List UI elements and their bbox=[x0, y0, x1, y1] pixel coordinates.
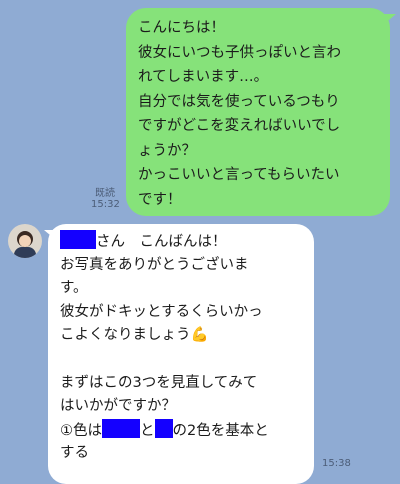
message-line: まずはこの3つを見直してみて bbox=[60, 374, 258, 391]
message-line: ですがどこを変えればいいでし bbox=[138, 118, 341, 134]
avatar-body bbox=[14, 247, 36, 258]
message-line: ①色は との2色を基本と bbox=[60, 418, 308, 443]
avatar-face bbox=[19, 235, 31, 247]
message-line: ょうか？ bbox=[138, 142, 196, 159]
message-line: はいかがですか？ bbox=[60, 398, 176, 414]
message-line: お写真をありがとうございま bbox=[60, 256, 249, 273]
user-avatar[interactable] bbox=[8, 224, 42, 258]
greeting-text: さん こんばんは！ bbox=[96, 234, 227, 250]
read-receipt: 既読 bbox=[95, 188, 115, 199]
redacted-color-2 bbox=[154, 418, 173, 438]
message-line: 彼女にいつも子供っぽいと言わ bbox=[138, 44, 341, 61]
outgoing-timestamp: 15:32 bbox=[91, 199, 120, 210]
flexed-biceps-emoji-icon: 💪 bbox=[190, 327, 209, 343]
incoming-message-bubble[interactable]: さん こんばんは！ お写真をありがとうございま す。 彼女がドキッとするくらいか… bbox=[48, 224, 314, 484]
message-text: と bbox=[140, 422, 155, 439]
message-line: です！ bbox=[138, 191, 182, 208]
message-text: ①色は bbox=[60, 422, 102, 439]
message-line: れてしまいます…。 bbox=[138, 69, 269, 85]
message-text: こよくなりましょう bbox=[60, 327, 191, 343]
chat-area[interactable]: こんにちは！ 彼女にいつも子供っぽいと言わ れてしまいます…。 自分では気を使っ… bbox=[0, 0, 400, 484]
outgoing-message-bubble[interactable]: こんにちは！ 彼女にいつも子供っぽいと言わ れてしまいます…。 自分では気を使っ… bbox=[126, 8, 390, 216]
message-line: す。 bbox=[60, 280, 88, 296]
redacted-name bbox=[60, 230, 96, 249]
redacted-color-1 bbox=[102, 418, 140, 438]
message-line: 自分では気を使っているつもり bbox=[138, 93, 340, 110]
message-line: こんにちは！ bbox=[138, 20, 225, 36]
message-line: さん こんばんは！ bbox=[60, 230, 308, 254]
message-text: の2色を基本と bbox=[172, 422, 269, 439]
message-line: する bbox=[60, 445, 89, 461]
message-line: こよくなりましょう💪 bbox=[60, 324, 308, 348]
message-line: 彼女がドキッとするくらいかっ bbox=[60, 303, 263, 320]
message-line: かっこいいと言ってもらいたい bbox=[138, 167, 340, 183]
